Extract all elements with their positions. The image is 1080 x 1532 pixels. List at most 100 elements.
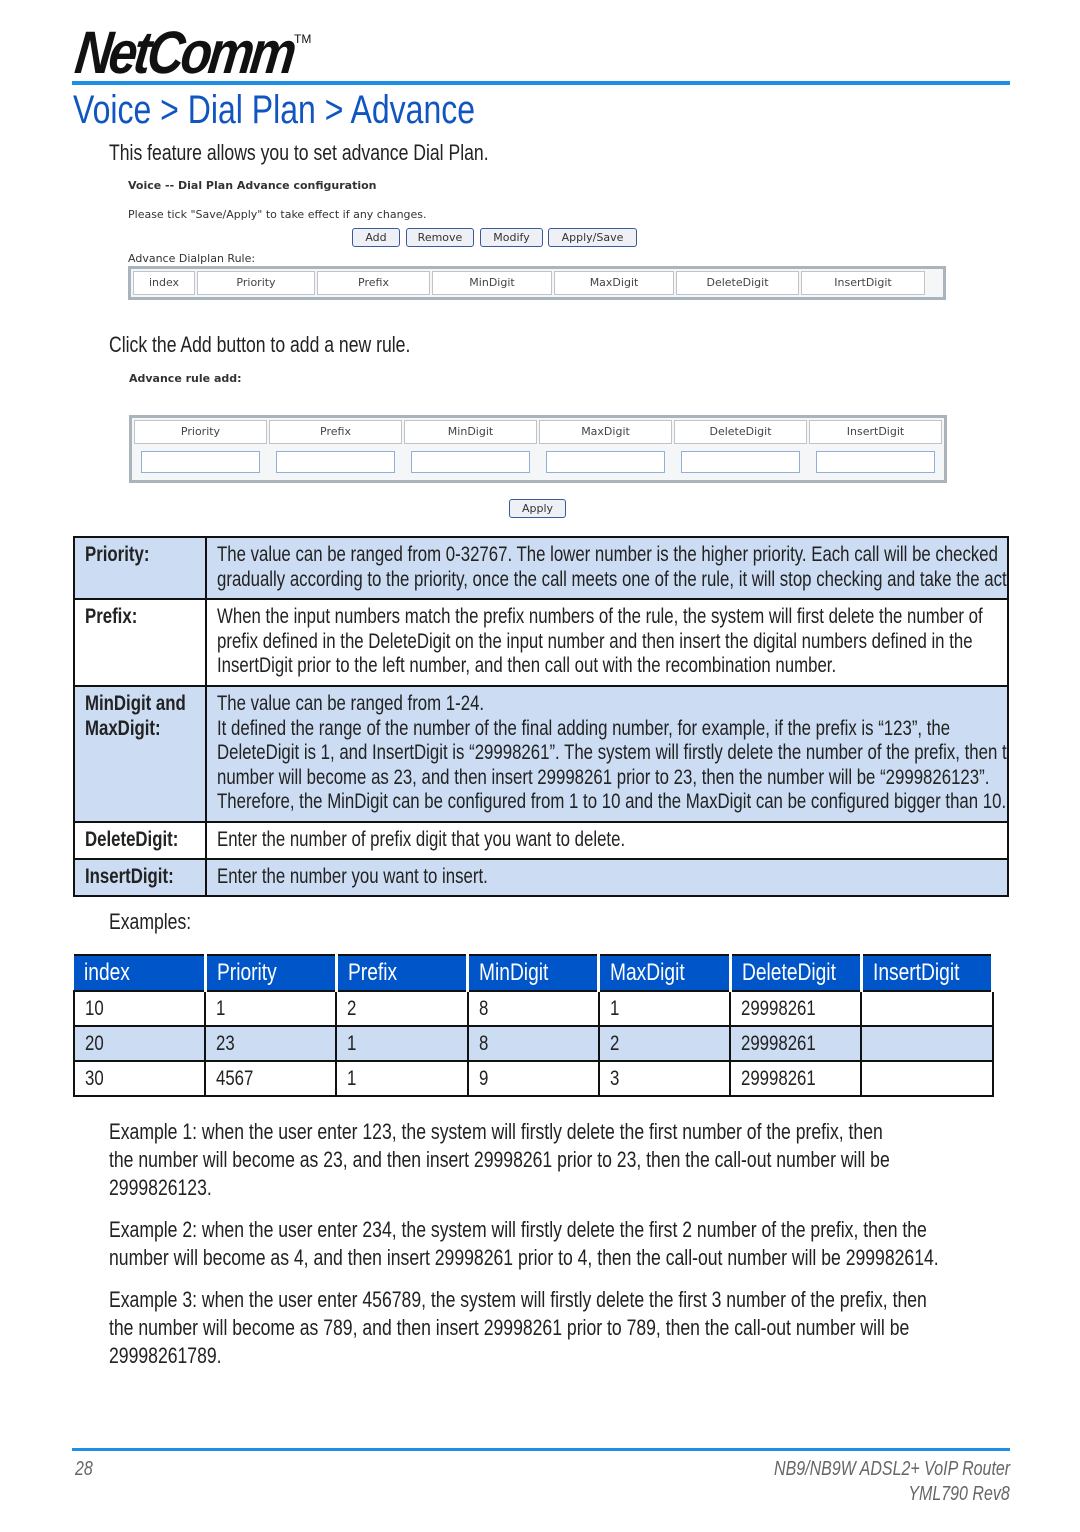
examples-cell: 2 — [335, 990, 469, 1027]
remove-button[interactable]: Remove — [406, 228, 474, 247]
add-instruction: Click the Add button to add a new rule. — [109, 332, 411, 357]
rule-column-header: MaxDigit — [554, 271, 674, 295]
desc-key: MinDigit and MaxDigit: — [73, 685, 207, 823]
desc-value: The value can be ranged from 0-32767. Th… — [205, 536, 1009, 600]
manual-page: NetComm TM Voice > Dial Plan > Advance T… — [0, 0, 1080, 1532]
apply-save-button[interactable]: Apply/Save — [548, 228, 637, 247]
desc-value: Enter the number you want to insert. — [205, 858, 1009, 897]
desc-line: Enter the number you want to insert. — [217, 865, 488, 888]
examples-cell: 9 — [466, 1060, 600, 1097]
examples-cell: 10 — [72, 990, 207, 1027]
desc-value: The value can be ranged from 1-24. It def… — [205, 685, 1009, 823]
examples-row: 30 4567 1 9 3 29998261 — [72, 1060, 994, 1097]
examples-cell: 8 — [466, 1025, 600, 1062]
example-line: the number will become as 789, and then … — [109, 1315, 910, 1340]
examples-cell — [860, 990, 994, 1027]
rule-add-heading: Advance rule add: — [129, 372, 242, 385]
desc-line: gradually according to the priority, onc… — [217, 567, 1008, 591]
intro-text: This feature allows you to set advance D… — [109, 140, 489, 165]
examples-cell: 29998261 — [729, 990, 863, 1027]
footer-rule — [72, 1448, 1010, 1451]
rule-column-header: MinDigit — [432, 271, 552, 295]
examples-cell: 1 — [204, 990, 338, 1027]
desc-line: It defined the range of the number of th… — [217, 716, 951, 740]
add-column-header: MinDigit — [404, 420, 537, 444]
dialplan-rule-table: index Priority Prefix MinDigit MaxDigit Delet… — [128, 266, 946, 300]
examples-cell: 3 — [597, 1060, 732, 1097]
desc-line: Therefore, the MinDigit can be configure… — [217, 790, 1007, 813]
apply-button[interactable]: Apply — [509, 499, 566, 518]
rule-table-label: Advance Dialplan Rule: — [128, 252, 256, 265]
product-name: NB9/NB9W ADSL2+ VoIP Router — [773, 1458, 1010, 1480]
examples-column-header: DeleteDigit — [730, 954, 863, 992]
add-column-header: DeleteDigit — [674, 420, 807, 444]
desc-value: Enter the number of prefix digit that yo… — [205, 821, 1009, 860]
desc-key: InsertDigit: — [73, 858, 207, 897]
desc-row-priority: Priority: The value can be ranged from 0-… — [73, 536, 1009, 600]
desc-row-deletedigit: DeleteDigit: Enter the number of prefix d… — [73, 821, 1009, 860]
examples-row: 10 1 2 8 1 29998261 — [72, 990, 994, 1027]
rule-add-table: Priority Prefix MinDigit MaxDigit DeleteDigi… — [129, 415, 947, 483]
example-3: Example 3: when the user enter 456789, t… — [109, 1286, 1080, 1370]
examples-cell: 30 — [72, 1060, 207, 1097]
examples-cell: 1 — [335, 1025, 469, 1062]
document-revision: YML790 Rev8 — [908, 1483, 1010, 1505]
rule-column-header: Priority — [197, 271, 315, 295]
desc-line: prefix defined in the DeleteDigit on the… — [217, 629, 973, 653]
examples-cell: 23 — [204, 1025, 338, 1062]
add-column-header: Prefix — [269, 420, 402, 444]
examples-cell: 1 — [335, 1060, 469, 1097]
desc-key: DeleteDigit: — [73, 821, 207, 860]
desc-line: DeleteDigit is 1, and InsertDigit is “29… — [217, 741, 1008, 764]
rule-mindigit-input[interactable] — [411, 451, 530, 473]
modify-button[interactable]: Modify — [480, 228, 543, 247]
add-button[interactable]: Add — [352, 228, 400, 247]
trademark: TM — [294, 32, 312, 46]
examples-column-header: index — [74, 954, 207, 992]
config-heading: Voice -- Dial Plan Advance configuration — [128, 179, 377, 192]
page-number: 28 — [75, 1458, 93, 1480]
examples-column-header: Prefix — [336, 954, 470, 992]
rule-deletedigit-input[interactable] — [681, 451, 800, 473]
example-line: the number will become as 23, and then i… — [109, 1147, 890, 1172]
example-line: 2999826123. — [109, 1175, 212, 1200]
add-column-header: MaxDigit — [539, 420, 672, 444]
rule-prefix-input[interactable] — [276, 451, 395, 473]
examples-cell: 4567 — [204, 1060, 338, 1097]
examples-column-header: MaxDigit — [598, 954, 732, 992]
desc-line: The value can be ranged from 1-24. — [217, 692, 485, 715]
save-note: Please tick "Save/Apply" to take effect … — [128, 208, 427, 221]
example-2: Example 2: when the user enter 234, the … — [109, 1216, 1080, 1272]
rule-insertdigit-input[interactable] — [816, 451, 935, 473]
desc-key: Prefix: — [73, 598, 207, 687]
desc-value: When the input numbers match the prefix … — [205, 598, 1009, 687]
example-line: Example 3: when the user enter 456789, t… — [109, 1287, 927, 1312]
header-rule — [72, 81, 1010, 85]
add-column-header: Priority — [134, 420, 267, 444]
add-column-header: InsertDigit — [809, 420, 942, 444]
examples-cell: 8 — [466, 990, 600, 1027]
example-line: Example 1: when the user enter 123, the … — [109, 1119, 883, 1144]
examples-row: 20 23 1 8 2 29998261 — [72, 1025, 994, 1062]
desc-row-mindigit-maxdigit: MinDigit and MaxDigit: The value can be ra… — [73, 685, 1009, 823]
desc-line: The value can be ranged from 0-32767. Th… — [217, 543, 998, 566]
desc-key: Priority: — [73, 536, 207, 600]
desc-line: When the input numbers match the prefix … — [217, 605, 983, 628]
netcomm-logo: NetComm — [71, 19, 297, 86]
examples-cell: 2 — [597, 1025, 732, 1062]
example-line: 29998261789. — [109, 1343, 222, 1368]
examples-table: index Priority Prefix MinDigit MaxDigit Delet… — [72, 954, 995, 1097]
example-line: Example 2: when the user enter 234, the … — [109, 1217, 927, 1242]
rule-maxdigit-input[interactable] — [546, 451, 665, 473]
rule-priority-input[interactable] — [141, 451, 260, 473]
desc-line: InsertDigit prior to the left number, an… — [217, 654, 837, 677]
examples-cell: 20 — [72, 1025, 207, 1062]
example-line: number will become as 4, and then insert… — [109, 1245, 939, 1270]
examples-cell: 1 — [597, 990, 732, 1027]
examples-cell — [860, 1060, 994, 1097]
rule-column-header: DeleteDigit — [676, 271, 799, 295]
field-description-table: Priority: The value can be ranged from 0-… — [73, 536, 1009, 897]
desc-line: Enter the number of prefix digit that yo… — [217, 828, 626, 851]
examples-column-header: MinDigit — [467, 954, 601, 992]
desc-line: number will become as 23, and then inser… — [217, 765, 990, 789]
